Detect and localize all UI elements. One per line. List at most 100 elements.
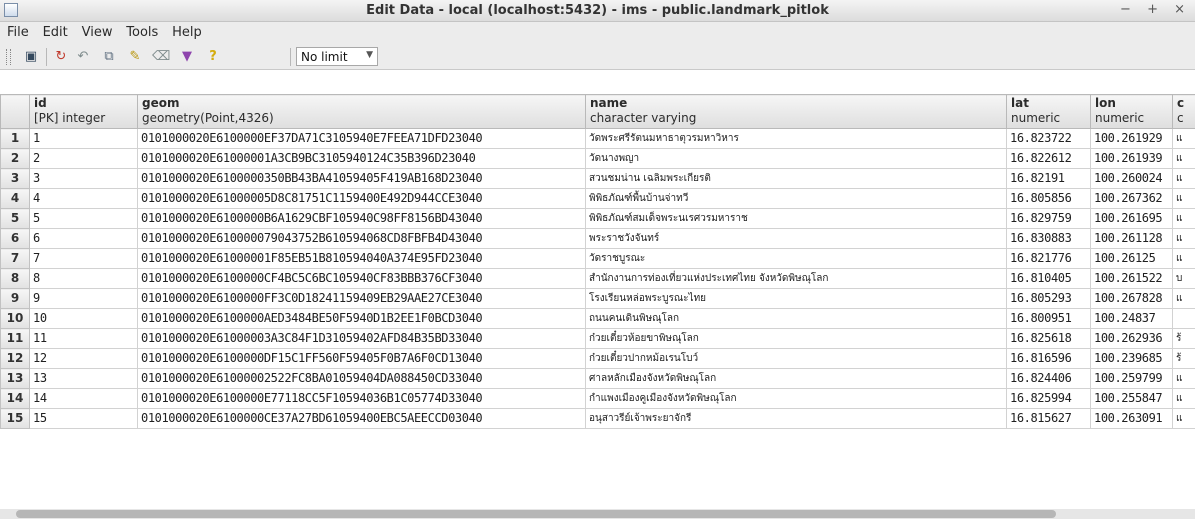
cell-geom[interactable]: 0101000020E61000005D8C81751C1159400E492D…: [137, 188, 586, 209]
row-number-cell[interactable]: 7: [0, 248, 30, 269]
cell-name[interactable]: ก๋วยเตี๋ยวปากหม้อเรนโบว์: [585, 348, 1007, 369]
cell-c[interactable]: แ: [1172, 388, 1195, 409]
column-header-lon[interactable]: lon numeric: [1090, 94, 1173, 129]
table-row[interactable]: 14 14 0101000020E6100000E77118CC5F10594036…: [0, 388, 1195, 409]
cell-lon[interactable]: 100.267362: [1090, 188, 1173, 209]
cell-id[interactable]: 3: [29, 168, 138, 189]
row-number-cell[interactable]: 10: [0, 308, 30, 329]
cell-name[interactable]: พิพิธภัณฑ์สมเด็จพระนเรศวรมหาราช: [585, 208, 1007, 229]
cell-name[interactable]: กำแพงเมืองคูเมืองจังหวัดพิษณุโลก: [585, 388, 1007, 409]
cell-lat[interactable]: 16.800951: [1006, 308, 1091, 329]
cell-lat[interactable]: 16.829759: [1006, 208, 1091, 229]
row-number-cell[interactable]: 1: [0, 128, 30, 149]
cell-c[interactable]: ร้: [1172, 348, 1195, 369]
table-row[interactable]: 8 8 0101000020E6100000CF4BC5C6BC105940CF83…: [0, 268, 1195, 289]
cell-c[interactable]: แ: [1172, 408, 1195, 429]
row-number-cell[interactable]: 15: [0, 408, 30, 429]
cell-lat[interactable]: 16.810405: [1006, 268, 1091, 289]
table-row[interactable]: 13 13 0101000020E61000002522FC8BA01059404D…: [0, 368, 1195, 389]
row-number-cell[interactable]: 11: [0, 328, 30, 349]
cell-c[interactable]: บ: [1172, 268, 1195, 289]
cell-name[interactable]: วัดราชบูรณะ: [585, 248, 1007, 269]
cell-id[interactable]: 1: [29, 128, 138, 149]
cell-lat[interactable]: 16.816596: [1006, 348, 1091, 369]
table-row[interactable]: 1 1 0101000020E6100000EF37DA71C3105940E7FE…: [0, 128, 1195, 149]
cell-id[interactable]: 12: [29, 348, 138, 369]
cell-lon[interactable]: 100.26125: [1090, 248, 1173, 269]
table-row[interactable]: 12 12 0101000020E6100000DF15C1FF560F59405F…: [0, 348, 1195, 369]
cell-c[interactable]: แ: [1172, 128, 1195, 149]
cell-geom[interactable]: 0101000020E6100000AED3484BE50F5940D1B2EE…: [137, 308, 586, 329]
cell-lat[interactable]: 16.805293: [1006, 288, 1091, 309]
cell-geom[interactable]: 0101000020E6100000CE37A27BD61059400EBC5A…: [137, 408, 586, 429]
cell-name[interactable]: พระราชวังจันทร์: [585, 228, 1007, 249]
cell-id[interactable]: 8: [29, 268, 138, 289]
cell-c[interactable]: แ: [1172, 368, 1195, 389]
cell-c[interactable]: แ: [1172, 228, 1195, 249]
row-number-cell[interactable]: 14: [0, 388, 30, 409]
undo-icon[interactable]: ↶: [74, 48, 92, 66]
table-row[interactable]: 9 9 0101000020E6100000FF3C0D18241159409EB2…: [0, 288, 1195, 309]
cell-geom[interactable]: 0101000020E61000003A3C84F1D31059402AFD84…: [137, 328, 586, 349]
row-number-cell[interactable]: 8: [0, 268, 30, 289]
cell-name[interactable]: พิพิธภัณฑ์พื้นบ้านจ่าทวี: [585, 188, 1007, 209]
cell-name[interactable]: สำนักงานการท่องเที่ยวแห่งประเทศไทย จังหว…: [585, 268, 1007, 289]
menu-tools[interactable]: Tools: [121, 22, 163, 43]
cell-lon[interactable]: 100.239685: [1090, 348, 1173, 369]
cell-lon[interactable]: 100.260024: [1090, 168, 1173, 189]
cell-lon[interactable]: 100.24837: [1090, 308, 1173, 329]
refresh-icon[interactable]: ↻: [52, 48, 70, 66]
row-number-cell[interactable]: 5: [0, 208, 30, 229]
cell-id[interactable]: 10: [29, 308, 138, 329]
cell-id[interactable]: 5: [29, 208, 138, 229]
column-header-geom[interactable]: geom geometry(Point,4326): [137, 94, 586, 129]
menu-help[interactable]: Help: [167, 22, 207, 43]
cell-id[interactable]: 9: [29, 288, 138, 309]
cell-lat[interactable]: 16.822612: [1006, 148, 1091, 169]
cell-lat[interactable]: 16.823722: [1006, 128, 1091, 149]
cell-lon[interactable]: 100.261695: [1090, 208, 1173, 229]
save-icon[interactable]: ▣: [22, 48, 40, 66]
cell-name[interactable]: วัดพระศรีรัตนมหาธาตุวรมหาวิหาร: [585, 128, 1007, 149]
cell-name[interactable]: สวนชมน่าน เฉลิมพระเกียรติ: [585, 168, 1007, 189]
cell-name[interactable]: อนุสาวรีย์เจ้าพระยาจักรี: [585, 408, 1007, 429]
row-number-cell[interactable]: 4: [0, 188, 30, 209]
cell-name[interactable]: ถนนคนเดินพิษณุโลก: [585, 308, 1007, 329]
cell-lon[interactable]: 100.259799: [1090, 368, 1173, 389]
cell-lat[interactable]: 16.821776: [1006, 248, 1091, 269]
cell-c[interactable]: แ: [1172, 208, 1195, 229]
copy-icon[interactable]: ⧉: [100, 48, 118, 66]
toolbar-grip-icon[interactable]: [6, 49, 11, 65]
cell-lon[interactable]: 100.261522: [1090, 268, 1173, 289]
cell-name[interactable]: วัดนางพญา: [585, 148, 1007, 169]
row-number-cell[interactable]: 6: [0, 228, 30, 249]
cell-c[interactable]: แ: [1172, 288, 1195, 309]
cell-geom[interactable]: 0101000020E6100000E77118CC5F10594036B1C0…: [137, 388, 586, 409]
cell-id[interactable]: 6: [29, 228, 138, 249]
cell-id[interactable]: 13: [29, 368, 138, 389]
cell-geom[interactable]: 0101000020E610000079043752B610594068CD8F…: [137, 228, 586, 249]
row-number-cell[interactable]: 12: [0, 348, 30, 369]
cell-lon[interactable]: 100.261128: [1090, 228, 1173, 249]
cell-lat[interactable]: 16.805856: [1006, 188, 1091, 209]
column-header-rownum[interactable]: [0, 94, 30, 129]
column-header-c[interactable]: c c: [1172, 94, 1195, 129]
table-row[interactable]: 10 10 0101000020E6100000AED3484BE50F5940D1…: [0, 308, 1195, 329]
table-row[interactable]: 15 15 0101000020E6100000CE37A27BD61059400E…: [0, 408, 1195, 429]
menu-file[interactable]: File: [2, 22, 34, 43]
cell-geom[interactable]: 0101000020E61000001A3CB9BC3105940124C35B…: [137, 148, 586, 169]
cell-c[interactable]: [1172, 308, 1195, 329]
column-header-id[interactable]: id [PK] integer: [29, 94, 138, 129]
cell-lon[interactable]: 100.261939: [1090, 148, 1173, 169]
paste-icon[interactable]: ✎: [126, 48, 144, 66]
cell-lon[interactable]: 100.262936: [1090, 328, 1173, 349]
cell-geom[interactable]: 0101000020E6100000DF15C1FF560F59405F0B7A…: [137, 348, 586, 369]
delete-icon[interactable]: ⌫: [152, 48, 170, 66]
cell-lat[interactable]: 16.82191: [1006, 168, 1091, 189]
cell-lat[interactable]: 16.825618: [1006, 328, 1091, 349]
cell-geom[interactable]: 0101000020E61000001F85EB51B810594040A374…: [137, 248, 586, 269]
table-row[interactable]: 3 3 0101000020E6100000350BB43BA41059405F41…: [0, 168, 1195, 189]
cell-c[interactable]: แ: [1172, 188, 1195, 209]
cell-name[interactable]: ศาลหลักเมืองจังหวัดพิษณุโลก: [585, 368, 1007, 389]
row-limit-select[interactable]: No limit ▼: [296, 47, 378, 66]
